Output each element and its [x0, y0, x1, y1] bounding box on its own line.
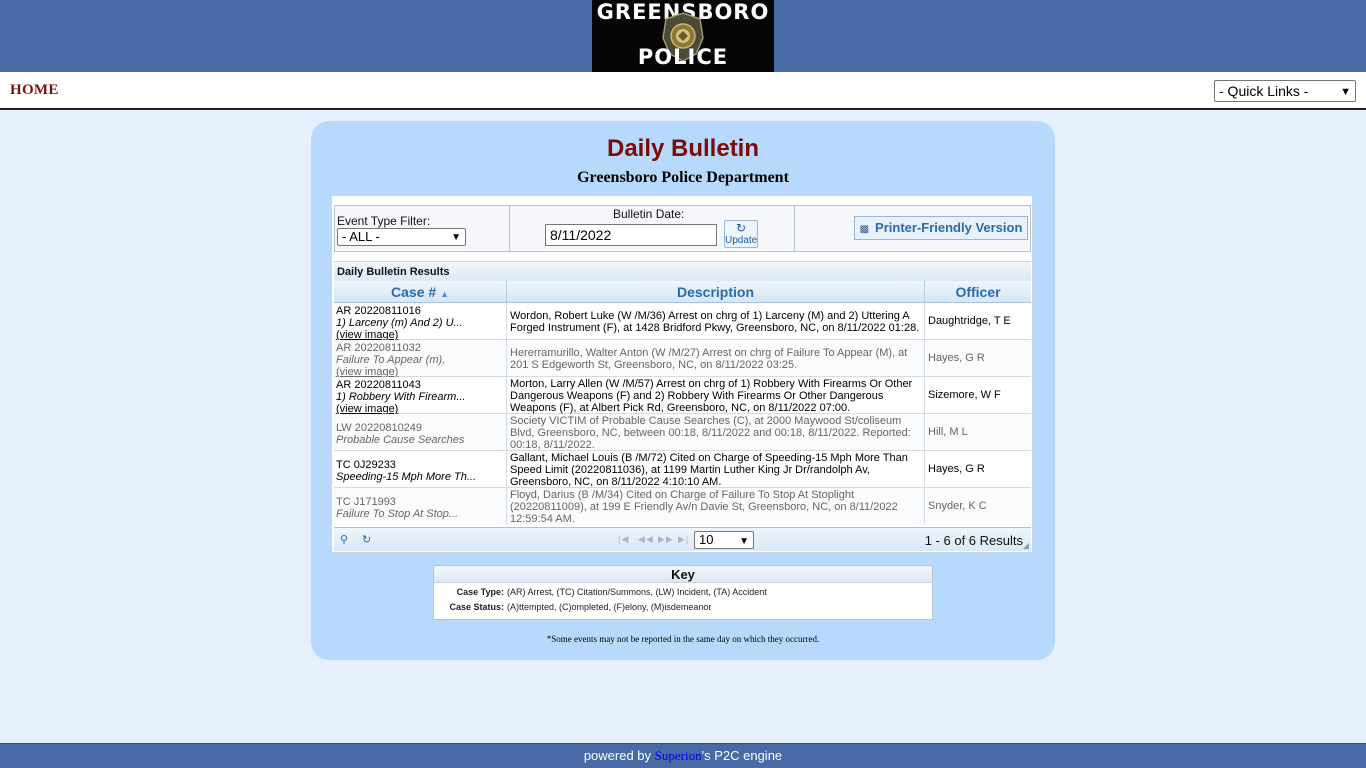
- event-type-value: - ALL -: [342, 229, 380, 244]
- case-number: AR 20220811043: [336, 379, 421, 391]
- footer-suffix: 's P2C engine: [701, 748, 783, 763]
- description-cell: Gallant, Michael Louis (B /M/72) Cited o…: [507, 451, 925, 488]
- result-count: 1 - 6 of 6 Results: [924, 533, 1023, 548]
- case-status-key: Case Status: (A)ttempted, (C)ompleted, (F…: [434, 600, 932, 615]
- bulletin-date-label: Bulletin Date:: [613, 207, 685, 221]
- quick-links-select[interactable]: - Quick Links - ▼: [1214, 80, 1356, 102]
- case-cell: AR 20220811016 1) Larceny (m) And 2) U..…: [334, 303, 507, 341]
- footnote: *Some events may not be reported in the …: [546, 634, 820, 644]
- event-type-select[interactable]: - ALL - ▼: [337, 228, 466, 246]
- table-row[interactable]: LW 20220810249 Probable Cause Searches S…: [334, 414, 1031, 451]
- date-cell: Bulletin Date: 8/11/2022 ↻ Update: [510, 206, 795, 251]
- resize-grip-icon[interactable]: ◢: [1023, 541, 1029, 550]
- case-number: TC 0J29233: [336, 459, 396, 471]
- key-title: Key: [434, 566, 932, 583]
- footer-prefix: powered by: [583, 748, 652, 763]
- case-cell: TC 0J29233 Speeding-15 Mph More Th...: [334, 451, 507, 487]
- search-icon[interactable]: ⚲: [340, 533, 348, 546]
- refresh-icon[interactable]: ↻: [362, 533, 371, 546]
- update-label: Update: [725, 235, 758, 246]
- bulletin-date-input[interactable]: 8/11/2022: [545, 224, 717, 246]
- key-box: Key Case Type: (AR) Arrest, (TC) Citation…: [433, 565, 933, 620]
- table-row[interactable]: TC J171993 Failure To Stop At Stop... Fl…: [334, 488, 1031, 525]
- gpd-logo[interactable]: GREENSBORO POLICE: [592, 0, 774, 72]
- case-charge: 1) Larceny (m) And 2) U...: [336, 317, 463, 329]
- table-row[interactable]: AR 20220811016 1) Larceny (m) And 2) U..…: [334, 303, 1031, 341]
- results-caption: Daily Bulletin Results: [334, 261, 1031, 281]
- case-number: LW 20220810249: [336, 422, 423, 434]
- case-cell: TC J171993 Failure To Stop At Stop...: [334, 488, 507, 524]
- printer-friendly-button[interactable]: ▩ Printer-Friendly Version: [854, 216, 1028, 240]
- chevron-down-icon: ▼: [451, 232, 461, 243]
- printer-cell: ▩ Printer-Friendly Version: [795, 206, 1030, 251]
- column-header-case[interactable]: Case # ▲︎: [334, 281, 507, 303]
- chevron-down-icon: ▼: [739, 536, 749, 547]
- prev-page-icon[interactable]: ◀◀: [638, 534, 654, 545]
- officer-cell: Daughtridge, T E: [928, 315, 1011, 327]
- printer-label: Printer-Friendly Version: [875, 220, 1023, 235]
- footer: powered by Superion's P2C engine: [0, 743, 1366, 768]
- page-title: Daily Bulletin: [606, 135, 760, 162]
- case-number: AR 20220811032: [336, 342, 421, 354]
- case-charge: Probable Cause Searches: [336, 434, 465, 446]
- update-button[interactable]: ↻ Update: [724, 220, 758, 248]
- case-charge: Failure To Stop At Stop...: [336, 508, 459, 520]
- description-cell: Hererramurillo, Walter Anton (W /M/27) A…: [507, 340, 925, 376]
- case-type-text: (AR) Arrest, (TC) Citation/Summons, (LW)…: [507, 587, 767, 597]
- chevron-down-icon: ▼: [1340, 86, 1351, 98]
- pager-bar: ⚲ ↻ |◀ ◀◀ ▶▶ ▶| 10 ▼ 1 - 6 of 6 Results …: [334, 527, 1031, 551]
- table-header: Case # ▲︎ Description Officer: [334, 281, 1031, 303]
- page-size-value: 10: [699, 532, 714, 547]
- bulletin-grid: Event Type Filter: - ALL - ▼ Bulletin Da…: [331, 195, 1033, 553]
- description-cell: Morton, Larry Allen (W /M/57) Arrest on …: [507, 377, 925, 414]
- sort-icon: ▲︎: [440, 289, 449, 299]
- officer-cell: Hayes, G R: [928, 463, 985, 475]
- page-subtitle: Greensboro Police Department: [577, 169, 789, 186]
- last-page-icon[interactable]: ▶|: [678, 534, 689, 545]
- table-row[interactable]: TC 0J29233 Speeding-15 Mph More Th... Ga…: [334, 451, 1031, 488]
- case-number: AR 20220811016: [336, 305, 421, 317]
- case-charge: Speeding-15 Mph More Th...: [336, 471, 477, 483]
- bulletin-panel: Daily Bulletin Greensboro Police Departm…: [311, 121, 1055, 660]
- officer-cell: Sizemore, W F: [928, 389, 1001, 401]
- event-filter-label: Event Type Filter:: [337, 214, 431, 228]
- case-type-key: Case Type: (AR) Arrest, (TC) Citation/Sum…: [434, 585, 932, 600]
- case-charge: Failure To Appear (m),: [336, 354, 446, 366]
- column-header-officer[interactable]: Officer: [925, 281, 1031, 303]
- printer-icon: ▩: [859, 224, 870, 235]
- case-cell: AR 20220811043 1) Robbery With Firearm..…: [334, 377, 507, 415]
- case-header-label: Case #: [391, 284, 437, 300]
- officer-cell: Hill, M L: [928, 426, 968, 438]
- first-page-icon[interactable]: |◀: [618, 534, 629, 545]
- officer-cell: Hayes, G R: [928, 352, 985, 364]
- home-link[interactable]: HOME: [10, 82, 59, 99]
- filter-toolbar: Event Type Filter: - ALL - ▼ Bulletin Da…: [334, 205, 1031, 252]
- case-status-label: Case Status:: [449, 602, 504, 612]
- case-status-text: (A)ttempted, (C)ompleted, (F)elony, (M)i…: [507, 602, 712, 612]
- superion-link[interactable]: Superion: [654, 748, 702, 763]
- next-page-icon[interactable]: ▶▶: [658, 534, 674, 545]
- case-cell: AR 20220811032 Failure To Appear (m), (v…: [334, 340, 507, 378]
- case-cell: LW 20220810249 Probable Cause Searches: [334, 414, 507, 450]
- refresh-icon: ↻: [735, 221, 747, 235]
- description-cell: Floyd, Darius (B /M/34) Cited on Charge …: [507, 488, 925, 525]
- description-cell: Society VICTIM of Probable Cause Searche…: [507, 414, 925, 451]
- description-cell: Wordon, Robert Luke (W /M/36) Arrest on …: [507, 303, 925, 339]
- table-row[interactable]: AR 20220811043 1) Robbery With Firearm..…: [334, 377, 1031, 415]
- table-row[interactable]: AR 20220811032 Failure To Appear (m), (v…: [334, 340, 1031, 378]
- column-header-description[interactable]: Description: [507, 281, 925, 303]
- case-charge: 1) Robbery With Firearm...: [336, 391, 466, 403]
- nav-bar: HOME - Quick Links - ▼: [0, 72, 1366, 110]
- top-banner: GREENSBORO POLICE: [0, 0, 1366, 72]
- event-filter-cell: Event Type Filter: - ALL - ▼: [335, 206, 510, 251]
- page-size-select[interactable]: 10 ▼: [694, 531, 754, 549]
- quick-links-label: - Quick Links -: [1219, 83, 1309, 99]
- case-type-label: Case Type:: [456, 587, 504, 597]
- logo-text-bottom: POLICE: [637, 45, 729, 69]
- case-number: TC J171993: [336, 496, 396, 508]
- officer-cell: Snyder, K C: [928, 500, 987, 512]
